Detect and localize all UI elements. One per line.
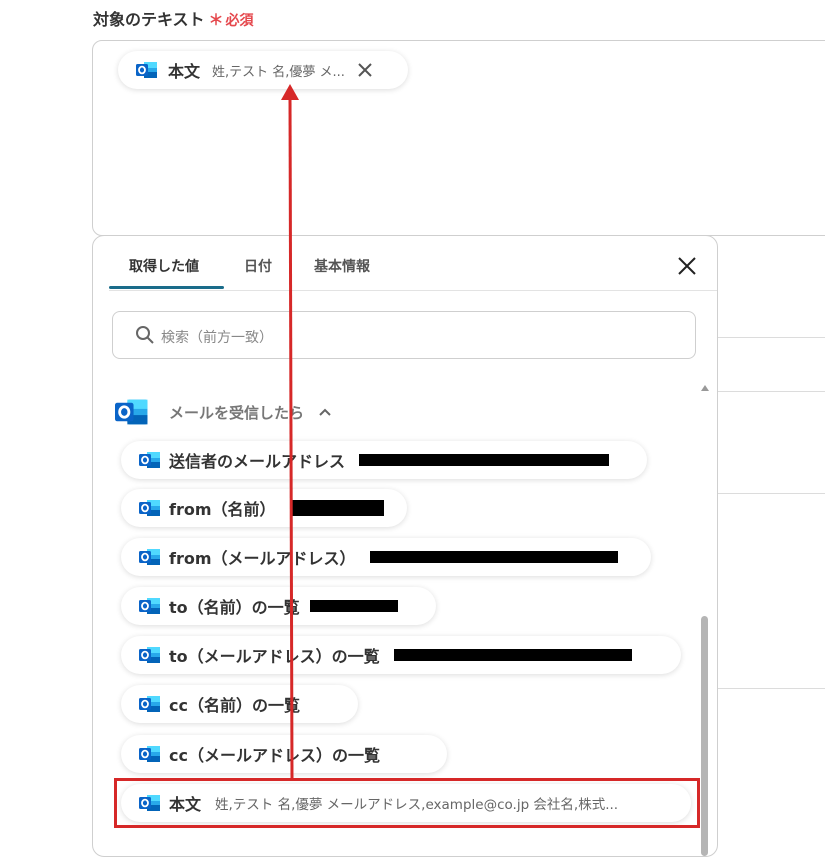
annotation-arrow bbox=[281, 84, 299, 781]
